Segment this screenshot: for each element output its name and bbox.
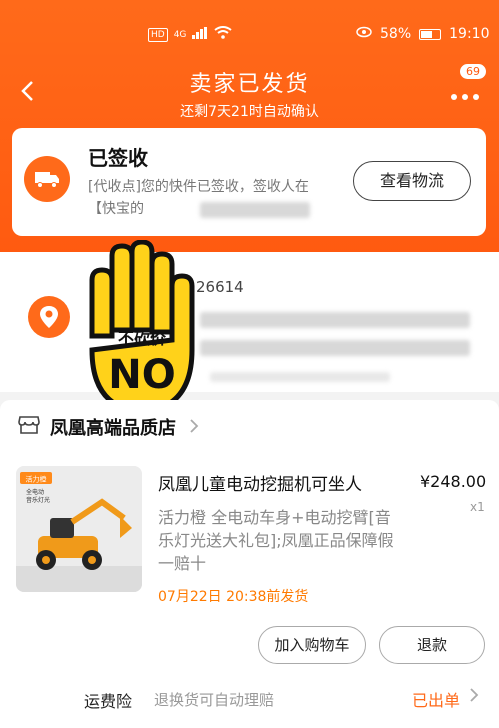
- no-label: NO: [108, 352, 175, 398]
- chevron-right-icon[interactable]: [470, 686, 479, 707]
- add-to-cart-button[interactable]: 加入购物车: [258, 626, 366, 664]
- product-image[interactable]: 活力橙 全电动 音乐灯光: [16, 466, 142, 592]
- insurance-status[interactable]: 已出单: [412, 687, 460, 711]
- hd-indicator: HD: [148, 27, 168, 42]
- network-indicator: 4G: [173, 29, 187, 40]
- more-menu-button[interactable]: [450, 82, 480, 107]
- chevron-right-icon: [190, 417, 199, 438]
- location-pin-icon: [28, 296, 70, 338]
- refund-button[interactable]: 退款: [379, 626, 485, 664]
- shop-name: 凤凰高端品质店: [50, 418, 176, 439]
- product-quantity: x1: [470, 500, 485, 514]
- ship-deadline: 07月22日 20:38前发货: [158, 589, 309, 605]
- product-price: ¥248.00: [420, 472, 487, 491]
- no-bargain-label: 不砍价: [118, 329, 167, 348]
- view-logistics-button[interactable]: 查看物流: [353, 161, 471, 201]
- more-dots-icon: [451, 94, 479, 100]
- image-caption-2: 音乐灯光: [26, 496, 50, 504]
- truck-icon: [24, 156, 70, 202]
- delivery-status: 已签收: [88, 146, 148, 170]
- page-title: 卖家已发货: [189, 72, 310, 97]
- battery-icon: [419, 28, 442, 40]
- insurance-label: 运费险: [84, 692, 133, 711]
- battery-percent: 58%: [380, 26, 412, 42]
- shop-header[interactable]: 凤凰高端品质店: [18, 414, 199, 440]
- auto-confirm-countdown: 还剩7天21时自动确认: [180, 104, 319, 120]
- redacted-text: [200, 202, 310, 218]
- image-caption-1: 全电动: [26, 488, 44, 496]
- store-icon: [18, 415, 40, 439]
- redacted-address: [200, 312, 470, 328]
- redacted-address: [200, 340, 470, 356]
- wifi-icon: [214, 26, 233, 43]
- insurance-description: 退换货可自动理赔: [154, 691, 275, 709]
- clock: 19:10: [449, 26, 490, 42]
- no-bargain-hand-overlay: 不砍价 NO: [89, 240, 195, 415]
- eye-comfort-icon: [356, 26, 372, 42]
- image-tag: 活力橙: [26, 475, 47, 484]
- product-spec: 活力橙 全电动车身+电动挖臂[音乐灯光送大礼包];凤凰正品保障假一赔十: [158, 508, 394, 573]
- product-title[interactable]: 凤凰儿童电动挖掘机可坐人: [158, 470, 362, 495]
- redacted-address: [210, 372, 390, 382]
- signal-icon: [192, 26, 208, 43]
- message-badge: 69: [460, 64, 486, 79]
- status-bar: HD 4G 58% 19:10: [0, 22, 499, 48]
